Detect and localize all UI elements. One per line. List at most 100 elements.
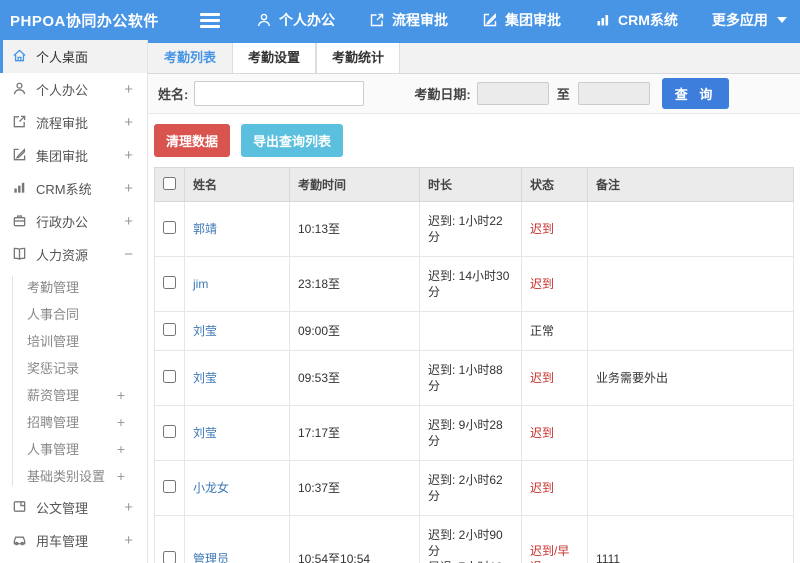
- submenu-label: 奖惩记录: [27, 361, 80, 376]
- submenu-personnel-mgmt[interactable]: 人事管理 +: [27, 435, 147, 462]
- menu-toggle-icon[interactable]: [200, 12, 220, 28]
- submenu-label: 人事管理: [27, 442, 80, 457]
- submenu-base-category-settings[interactable]: 基础类别设置 +: [27, 462, 147, 489]
- duration: 迟到: 9小时28分: [419, 405, 522, 461]
- expand-indicator[interactable]: +: [117, 468, 125, 484]
- name-label: 姓名:: [158, 87, 189, 102]
- hr-submenu: 考勤管理 人事合同 培训管理 奖惩记录 薪资管理 + 招聘管理 + 人事管理 +…: [0, 273, 147, 489]
- top-nav: 个人办公 流程审批 集团审批 CRM系统 更多应用: [256, 10, 787, 30]
- date-to-input[interactable]: [577, 82, 650, 105]
- submenu-attendance-mgmt[interactable]: 考勤管理: [27, 273, 147, 300]
- row-checkbox[interactable]: [163, 550, 176, 563]
- sidebar-item-label: 人力资源: [36, 248, 89, 263]
- nav-workflow-approval[interactable]: 流程审批: [369, 10, 448, 30]
- expand-indicator[interactable]: +: [124, 114, 133, 131]
- employee-name-link[interactable]: 刘莹: [193, 371, 217, 385]
- row-checkbox[interactable]: [163, 424, 176, 438]
- sidebar-item-label: 集团审批: [36, 149, 89, 164]
- sidebar-item-hr[interactable]: 人力资源 −: [0, 238, 147, 271]
- submenu-salary-mgmt[interactable]: 薪资管理 +: [27, 381, 147, 408]
- employee-name-link[interactable]: jim: [193, 277, 208, 291]
- nav-label: 集团审批: [505, 12, 561, 28]
- date-label: 考勤日期:: [414, 87, 471, 102]
- status-badge: 迟到/早退: [530, 544, 570, 563]
- table-row: 刘莹 17:17至 迟到: 9小时28分 迟到: [154, 405, 794, 461]
- export-list-button[interactable]: 导出查询列表: [241, 124, 344, 157]
- submenu-training-mgmt[interactable]: 培训管理: [27, 327, 147, 354]
- nav-crm-system[interactable]: CRM系统: [595, 10, 678, 30]
- employee-name-link[interactable]: 郭靖: [193, 222, 217, 236]
- expand-indicator[interactable]: +: [124, 81, 133, 98]
- sidebar-item-crm[interactable]: CRM系统 +: [0, 172, 147, 205]
- sidebar: 个人桌面 个人办公 + 流程审批 + 集团审批 + CRM系统 + 行政办公 +: [0, 40, 148, 563]
- date-from-input[interactable]: [476, 82, 549, 105]
- expand-indicator[interactable]: +: [117, 414, 125, 430]
- sidebar-item-admin-office[interactable]: 行政办公 +: [0, 205, 147, 238]
- book-icon: [12, 246, 36, 264]
- employee-name-link[interactable]: 小龙女: [193, 481, 229, 495]
- nav-personal-office[interactable]: 个人办公: [256, 10, 335, 30]
- employee-name-link[interactable]: 刘莹: [193, 426, 217, 440]
- sidebar-item-group-approval[interactable]: 集团审批 +: [0, 139, 147, 172]
- nav-more-apps[interactable]: 更多应用: [712, 10, 787, 30]
- sidebar-item-workflow-approval[interactable]: 流程审批 +: [0, 106, 147, 139]
- to-label: 至: [556, 87, 570, 102]
- expand-indicator[interactable]: +: [124, 499, 133, 516]
- employee-name-link[interactable]: 管理员: [193, 552, 229, 563]
- select-all-checkbox[interactable]: [163, 176, 176, 190]
- bar-chart-icon: [12, 180, 36, 198]
- name-input[interactable]: [194, 81, 365, 106]
- content-area: 清理数据 导出查询列表 姓名 考勤时间 时长 状态 备注 郭靖 10:13至 迟…: [148, 114, 800, 563]
- col-status: 状态: [521, 167, 588, 202]
- expand-indicator[interactable]: +: [124, 147, 133, 164]
- tab-attendance-list[interactable]: 考勤列表: [148, 43, 232, 73]
- nav-label: 流程审批: [392, 12, 448, 28]
- expand-indicator[interactable]: +: [117, 441, 125, 457]
- workflow-icon: [12, 114, 36, 132]
- attendance-table: 姓名 考勤时间 时长 状态 备注 郭靖 10:13至 迟到: 1小时22分 迟到: [154, 167, 794, 563]
- expand-indicator[interactable]: +: [124, 213, 133, 230]
- sidebar-item-desktop[interactable]: 个人桌面: [0, 40, 147, 73]
- sidebar-item-vehicle-mgmt[interactable]: 用车管理 +: [0, 524, 147, 557]
- col-name: 姓名: [184, 167, 290, 202]
- row-checkbox[interactable]: [163, 220, 176, 234]
- attendance-time: 09:53至: [289, 350, 420, 406]
- status-badge: 正常: [530, 324, 555, 338]
- expand-indicator[interactable]: +: [124, 180, 133, 197]
- edit-icon: [482, 12, 498, 28]
- row-checkbox[interactable]: [163, 369, 176, 383]
- submenu-hr-contract[interactable]: 人事合同: [27, 300, 147, 327]
- nav-group-approval[interactable]: 集团审批: [482, 10, 561, 30]
- attendance-time: 17:17至: [289, 405, 420, 461]
- employee-name-link[interactable]: 刘莹: [193, 324, 217, 338]
- table-row: jim 23:18至 迟到: 14小时30分 迟到: [154, 256, 794, 312]
- sidebar-item-document-mgmt[interactable]: 公文管理 +: [0, 491, 147, 524]
- sidebar-item-label: CRM系统: [36, 182, 92, 197]
- attendance-time: 10:37至: [289, 460, 420, 516]
- duration: 迟到: 1小时88分: [419, 350, 522, 406]
- expand-indicator[interactable]: +: [124, 532, 133, 549]
- duration: [419, 311, 522, 351]
- tab-attendance-settings[interactable]: 考勤设置: [232, 43, 316, 73]
- submenu-reward-punishment[interactable]: 奖惩记录: [27, 354, 147, 381]
- sidebar-item-label: 个人办公: [36, 83, 89, 98]
- col-note: 备注: [587, 167, 794, 202]
- status-badge: 迟到: [530, 426, 555, 440]
- tab-bar: 考勤列表 考勤设置 考勤统计: [148, 43, 800, 74]
- row-checkbox[interactable]: [163, 275, 176, 289]
- col-duration: 时长: [419, 167, 522, 202]
- main-panel: 考勤列表 考勤设置 考勤统计 姓名: 考勤日期: 至 查 询 清理数据 导出查询…: [148, 40, 800, 563]
- sidebar-item-label: 行政办公: [36, 215, 89, 230]
- attendance-time: 10:13至: [289, 201, 420, 257]
- bar-chart-icon: [595, 12, 611, 28]
- table-row: 小龙女 10:37至 迟到: 2小时62分 迟到: [154, 460, 794, 516]
- row-checkbox[interactable]: [163, 322, 176, 336]
- search-button[interactable]: 查 询: [661, 78, 730, 109]
- row-checkbox[interactable]: [163, 479, 176, 493]
- clear-data-button[interactable]: 清理数据: [154, 124, 231, 157]
- expand-indicator[interactable]: +: [117, 387, 125, 403]
- submenu-recruit-mgmt[interactable]: 招聘管理 +: [27, 408, 147, 435]
- tab-attendance-stats[interactable]: 考勤统计: [316, 43, 400, 73]
- sidebar-item-personal-office[interactable]: 个人办公 +: [0, 73, 147, 106]
- expand-indicator[interactable]: −: [124, 246, 133, 263]
